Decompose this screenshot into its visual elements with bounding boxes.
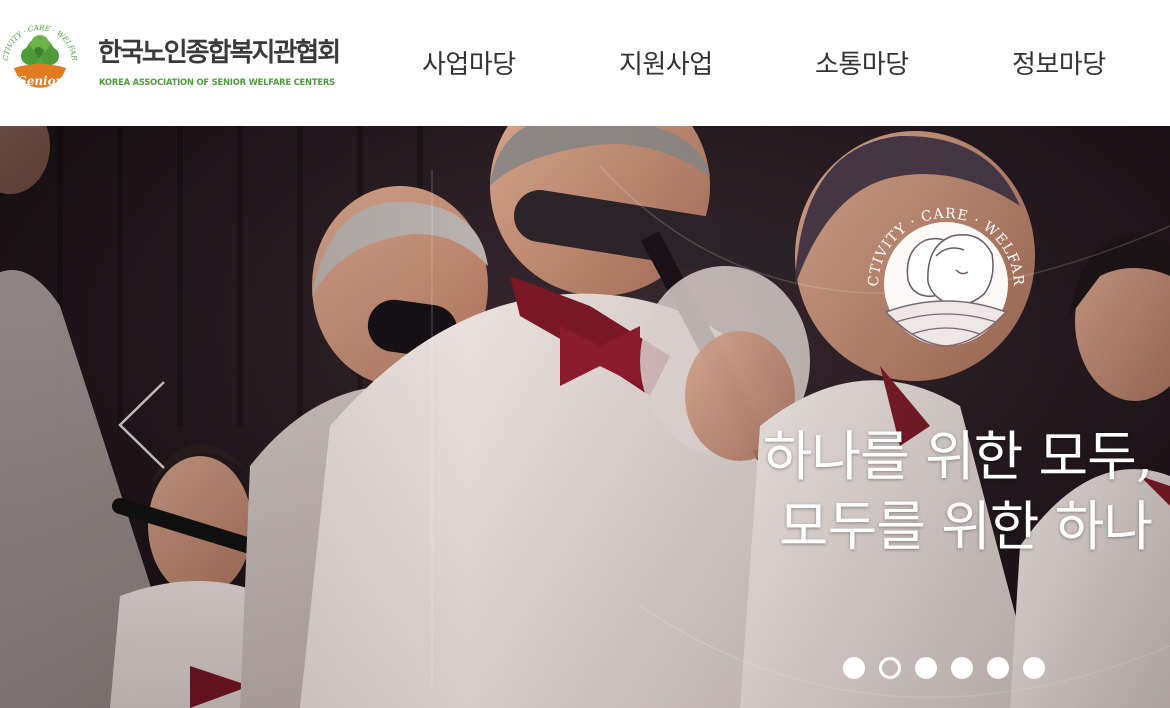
hero-slider: ACTIVITY · CARE · WELFARE 하나를 위한 모두, 모두를…	[0, 126, 1170, 708]
main-nav: 사업마당 지원사업 소통마당 정보마당	[0, 0, 1170, 126]
slider-dot-3[interactable]	[915, 657, 937, 679]
hero-headline: 하나를 위한 모두, 모두를 위한 하나	[700, 422, 1153, 562]
slider-dot-4[interactable]	[951, 657, 973, 679]
slider-dot-5[interactable]	[987, 657, 1009, 679]
slider-dot-1[interactable]	[843, 657, 865, 679]
nav-item-community[interactable]: 소통마당	[815, 44, 909, 81]
nav-item-information[interactable]: 정보마당	[1012, 44, 1106, 81]
slider-dot-2-active[interactable]	[879, 657, 901, 679]
site-header: ACTIVITY · CARE · WELFARE Senior 한국노인종합복…	[0, 0, 1170, 126]
hero-headline-line-2: 모두를 위한 하나	[778, 495, 1153, 558]
slider-dot-6[interactable]	[1023, 657, 1045, 679]
nav-item-business[interactable]: 사업마당	[422, 44, 516, 81]
hero-headline-line-1: 하나를 위한 모두,	[762, 425, 1153, 488]
nav-item-support[interactable]: 지원사업	[619, 44, 713, 81]
senior-faces-emblem: ACTIVITY · CARE · WELFARE	[856, 194, 1025, 347]
chevron-left-icon[interactable]	[114, 380, 170, 470]
